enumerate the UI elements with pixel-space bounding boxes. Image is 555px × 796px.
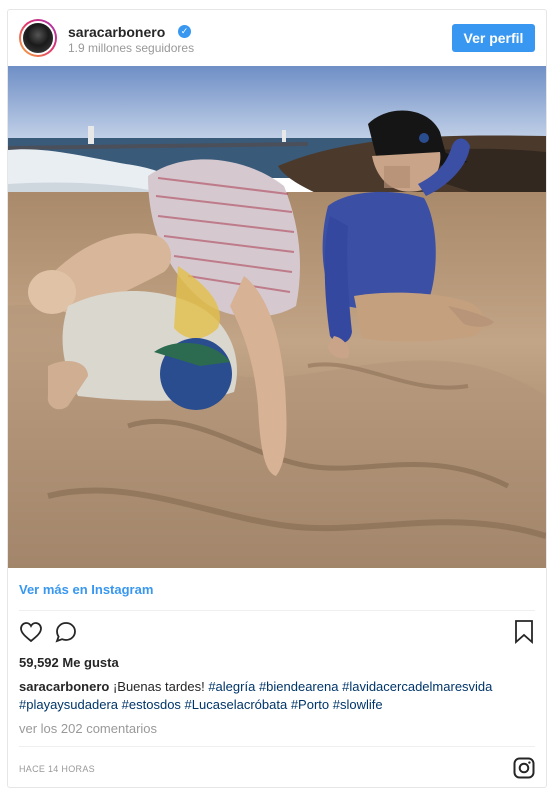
bookmark-icon[interactable] <box>514 620 534 649</box>
view-more-on-instagram-link[interactable]: Ver más en Instagram <box>19 582 153 597</box>
like-count[interactable]: 59,592 Me gusta <box>19 655 119 670</box>
comment-icon[interactable] <box>54 620 78 649</box>
username[interactable]: saracarbonero <box>68 24 165 40</box>
post-header: saracarbonero ✓ 1.9 millones seguidores … <box>8 10 546 66</box>
instagram-embed-card: saracarbonero ✓ 1.9 millones seguidores … <box>7 9 547 788</box>
post-photo[interactable] <box>8 66 546 568</box>
hashtag[interactable]: #Lucaselacróbata <box>185 697 288 712</box>
heart-icon[interactable] <box>19 620 43 649</box>
hashtag[interactable]: #playaysudadera <box>19 697 118 712</box>
hashtag[interactable]: #biendearena <box>259 679 339 694</box>
divider <box>19 746 535 747</box>
caption-text: ¡Buenas tardes! <box>109 679 209 694</box>
hashtag[interactable]: #alegría <box>208 679 255 694</box>
hashtag[interactable]: #lavidacercadelmaresvida <box>342 679 492 694</box>
follower-count: 1.9 millones seguidores <box>68 41 195 55</box>
hashtag[interactable]: #estosdos <box>122 697 181 712</box>
post-caption: saracarbonero ¡Buenas tardes! #alegría #… <box>19 678 539 714</box>
divider <box>19 610 535 611</box>
post-timestamp: HACE 14 HORAS <box>19 764 95 774</box>
hashtag[interactable]: #slowlife <box>333 697 383 712</box>
view-comments-link[interactable]: ver los 202 comentarios <box>19 721 157 736</box>
view-profile-button[interactable]: Ver perfil <box>452 24 535 52</box>
instagram-logo-icon[interactable] <box>513 757 535 784</box>
avatar[interactable] <box>19 19 57 57</box>
verified-badge-icon: ✓ <box>178 25 191 38</box>
hashtag[interactable]: #Porto <box>291 697 329 712</box>
avatar-image <box>21 21 55 55</box>
caption-username[interactable]: saracarbonero <box>19 679 109 694</box>
